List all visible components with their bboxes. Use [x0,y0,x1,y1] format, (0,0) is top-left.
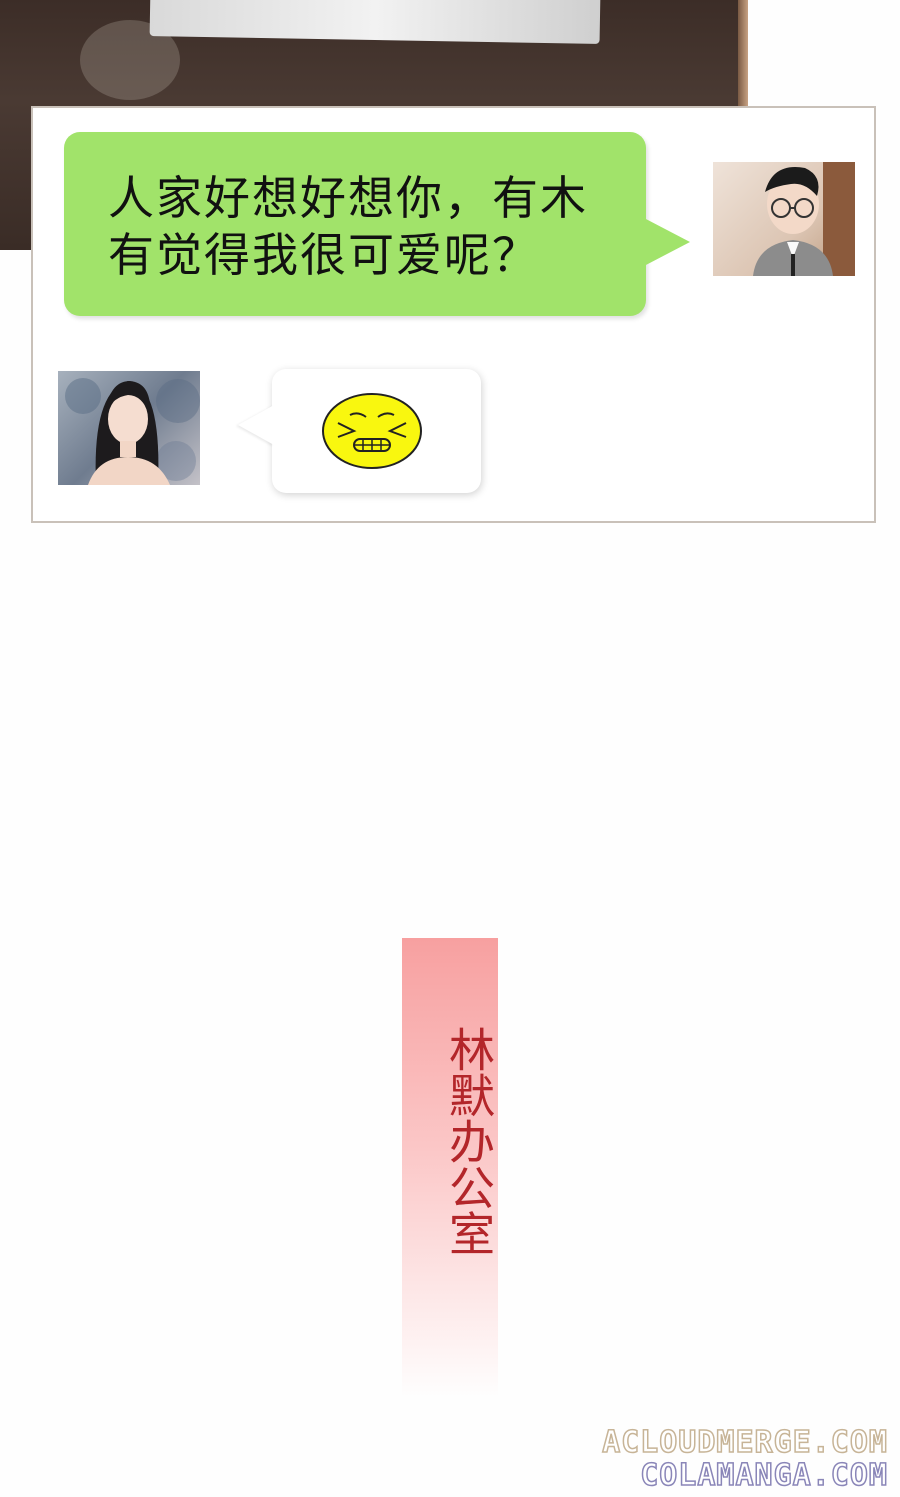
scene-caption-bar: 林默办公室 [402,938,498,1398]
incoming-message-bubble [272,369,481,493]
watermark-line1: ACLOUDMERGE.COM [601,1424,888,1461]
grimace-emoji-icon [322,393,422,469]
outgoing-message-bubble: 人家好想好想你，有木有觉得我很可爱呢？ [64,132,690,316]
outgoing-message-text: 人家好想好想你，有木有觉得我很可爱呢？ [108,171,588,282]
male-avatar [713,162,855,276]
female-avatar-image [65,378,200,485]
male-avatar-image [753,162,855,276]
female-avatar [58,371,200,485]
photo-paper [149,0,601,44]
chat-panel: 人家好想好想你，有木有觉得我很可爱呢？ [31,106,876,523]
scene-caption-text: 林默办公室 [442,1026,496,1256]
watermark-line2: COLAMANGA.COM [639,1457,888,1494]
